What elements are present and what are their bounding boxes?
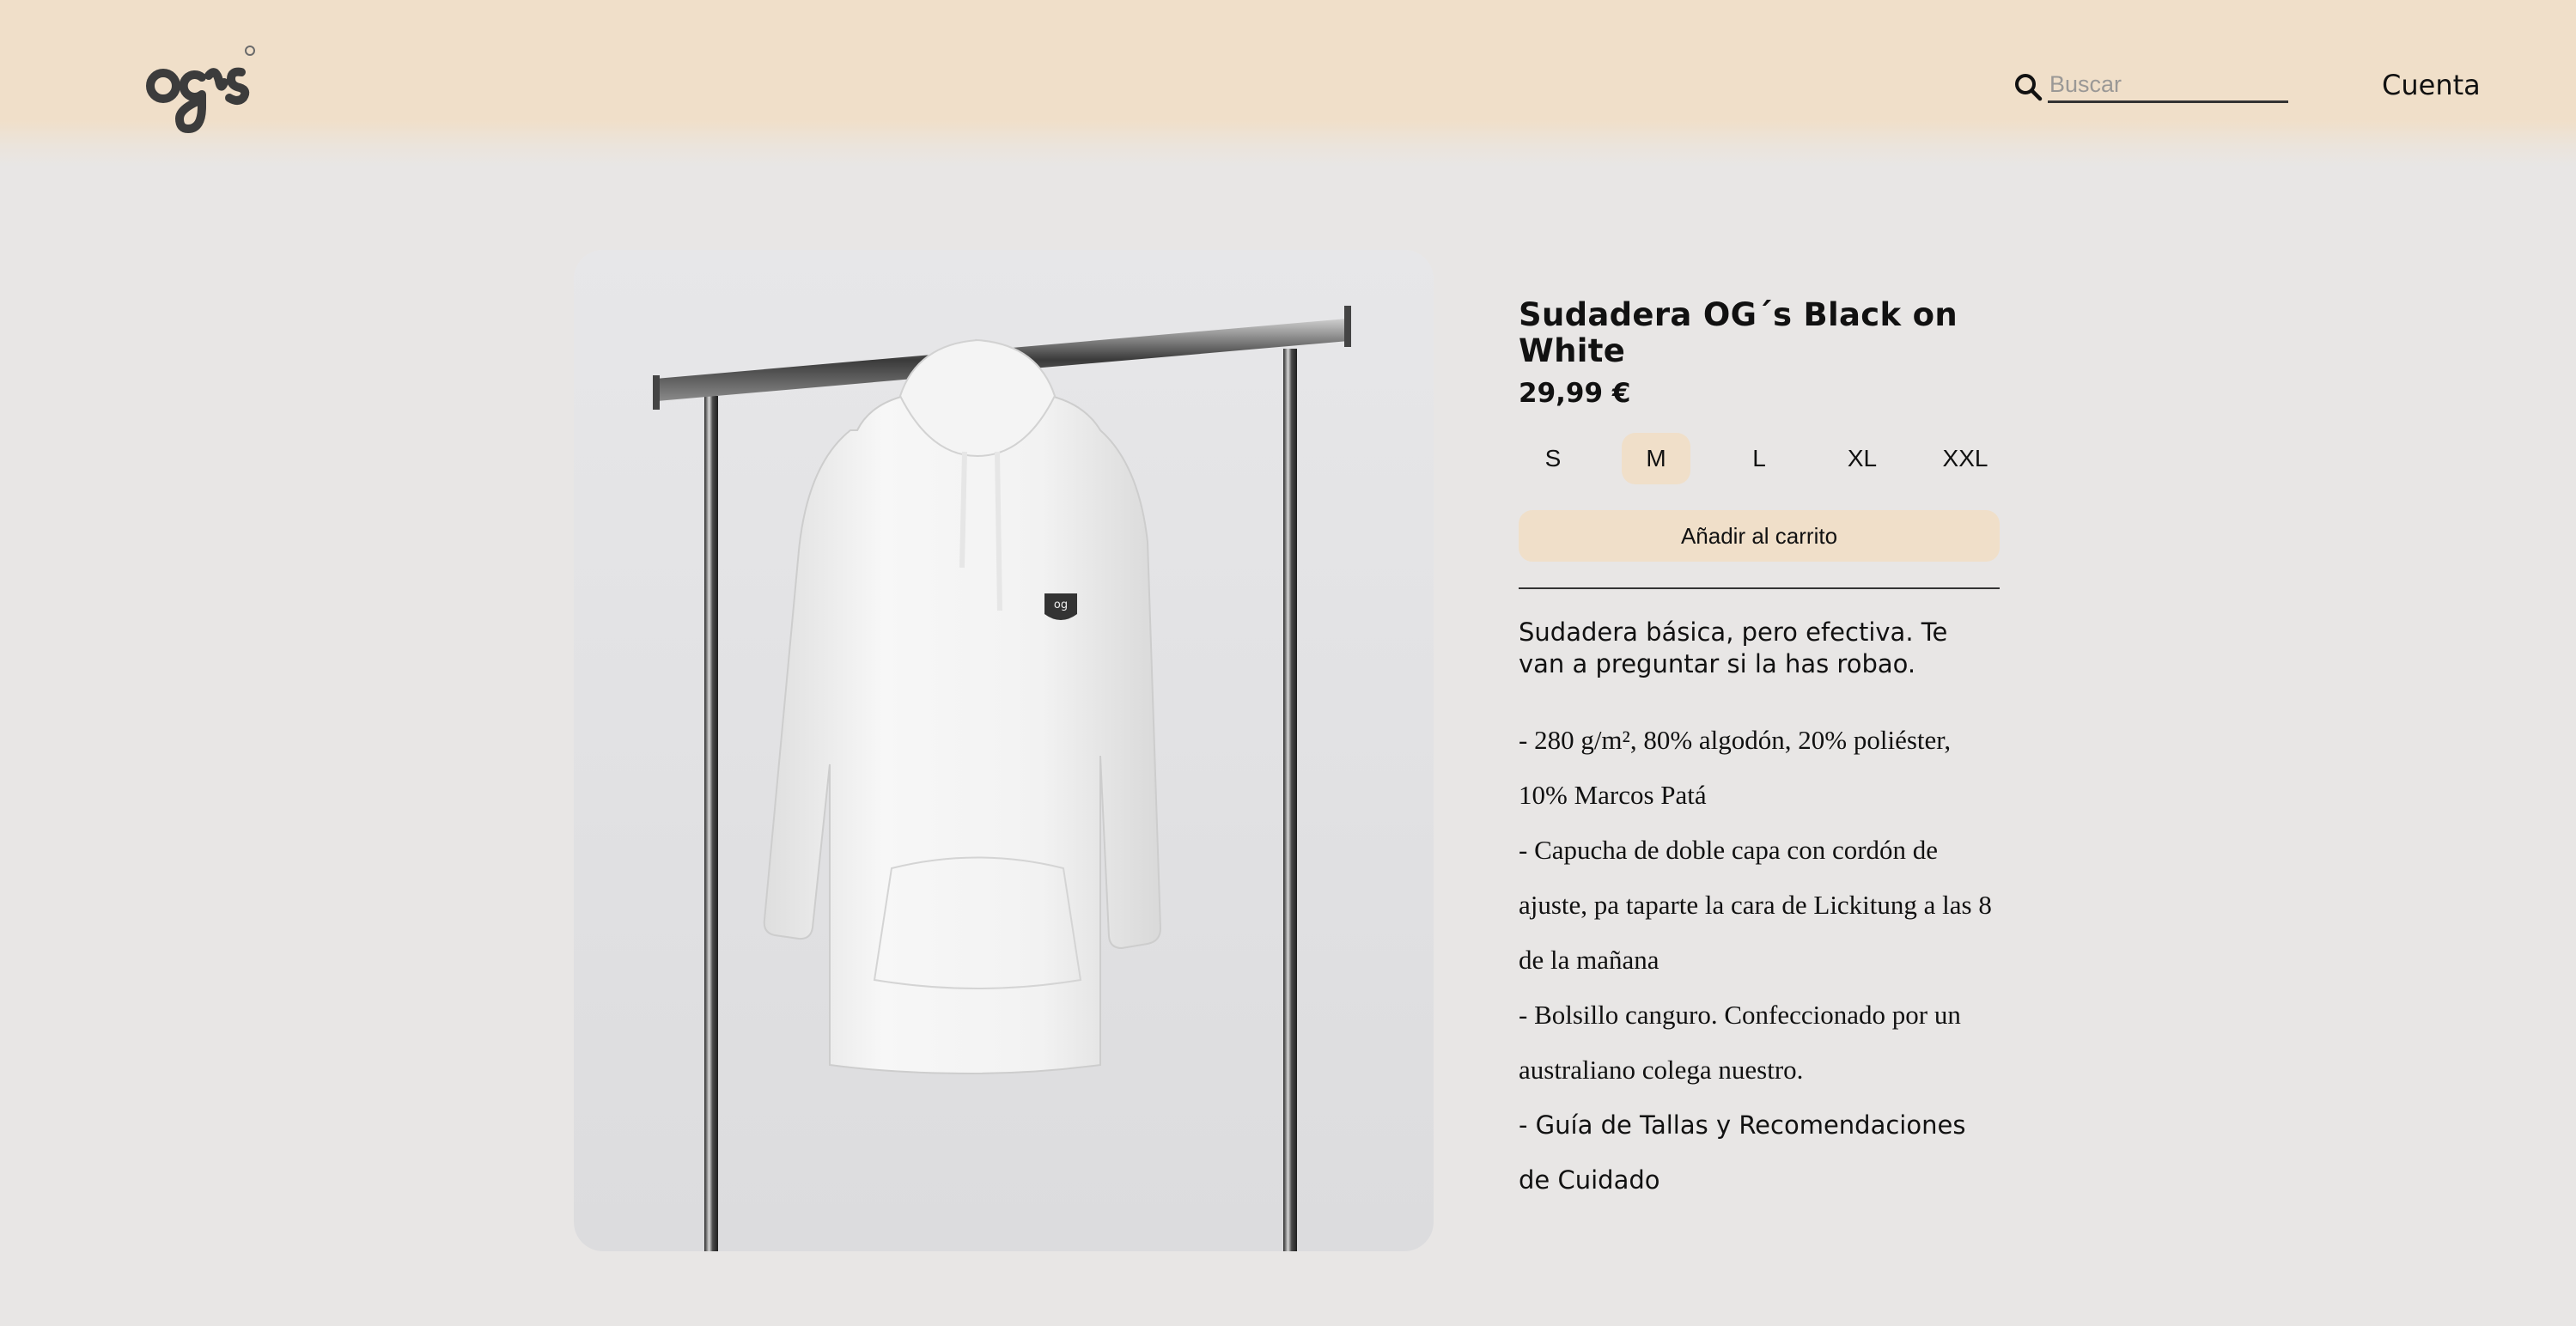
site-logo[interactable] bbox=[142, 41, 262, 136]
size-guide-link[interactable]: - Guía de Tallas y Recomendaciones de Cu… bbox=[1519, 1098, 2000, 1207]
search-bar bbox=[2013, 69, 2288, 103]
divider bbox=[1519, 587, 2000, 589]
feature-item: - 280 g/m², 80% algodón, 20% poliéster, … bbox=[1519, 725, 1952, 810]
product-info: Sudadera OG´s Black on White 29,99 € S M… bbox=[1519, 297, 2000, 1207]
size-option-l[interactable]: L bbox=[1725, 433, 1793, 484]
add-to-cart-button[interactable]: Añadir al carrito bbox=[1519, 510, 2000, 562]
product-description: Sudadera básica, pero efectiva. Te van a… bbox=[1519, 617, 1948, 678]
svg-text:og: og bbox=[1054, 599, 1068, 611]
feature-item: - Bolsillo canguro. Confeccionado por un… bbox=[1519, 1000, 1961, 1085]
size-option-m[interactable]: M bbox=[1622, 433, 1690, 484]
product-image: og bbox=[574, 250, 1434, 1251]
size-option-xxl[interactable]: XXL bbox=[1931, 433, 2000, 484]
product-price: 29,99 € bbox=[1519, 378, 1631, 409]
size-option-s[interactable]: S bbox=[1519, 433, 1587, 484]
site-header: Cuenta bbox=[0, 0, 2576, 167]
size-option-xl[interactable]: XL bbox=[1828, 433, 1897, 484]
feature-item: - Capucha de doble capa con cordón de aj… bbox=[1519, 835, 1992, 975]
search-input[interactable] bbox=[2048, 69, 2288, 103]
account-link[interactable]: Cuenta bbox=[2382, 69, 2481, 101]
size-selector: S M L XL XXL bbox=[1519, 433, 2000, 484]
product-title: Sudadera OG´s Black on White bbox=[1519, 296, 1958, 369]
logo-icon bbox=[146, 46, 255, 133]
search-icon[interactable] bbox=[2013, 72, 2043, 101]
product-features: - 280 g/m², 80% algodón, 20% poliéster, … bbox=[1519, 713, 2000, 1207]
